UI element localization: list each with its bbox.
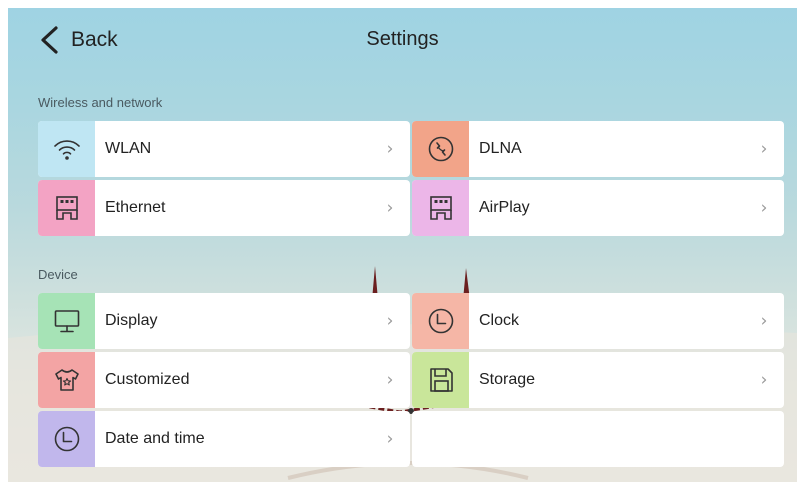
- tile-label: Storage: [479, 371, 536, 388]
- tile-date-and-time[interactable]: Date and time ›: [38, 411, 410, 467]
- tile-label: Date and time: [105, 430, 205, 447]
- ethernet-icon: [38, 180, 95, 236]
- page-title: Settings: [366, 28, 439, 50]
- chevron-right-icon: ›: [760, 370, 768, 390]
- section-label-device: Device: [38, 267, 78, 282]
- chevron-right-icon: ›: [386, 429, 394, 449]
- tile-ethernet[interactable]: Ethernet ›: [38, 180, 410, 236]
- tile-customized[interactable]: Customized ›: [38, 352, 410, 408]
- shirt-icon: [38, 352, 95, 408]
- tile-label: Display: [105, 312, 158, 329]
- tile-label: AirPlay: [479, 199, 530, 216]
- settings-screen: Back Settings Wireless and network WLAN …: [8, 8, 797, 482]
- chevron-right-icon: ›: [760, 139, 768, 159]
- tile-wlan[interactable]: WLAN ›: [38, 121, 410, 177]
- tile-dlna[interactable]: DLNA ›: [412, 121, 784, 177]
- tile-label: Customized: [105, 371, 190, 388]
- chevron-right-icon: ›: [760, 311, 768, 331]
- tile-airplay[interactable]: AirPlay ›: [412, 180, 784, 236]
- tile-label: Ethernet: [105, 199, 166, 216]
- tile-storage[interactable]: Storage ›: [412, 352, 784, 408]
- tile-label: WLAN: [105, 140, 152, 157]
- tile-display[interactable]: Display ›: [38, 293, 410, 349]
- monitor-icon: [38, 293, 95, 349]
- clock-icon: [38, 411, 95, 467]
- tile-label: DLNA: [479, 140, 522, 157]
- wifi-icon: [38, 121, 95, 177]
- section-label-wireless: Wireless and network: [38, 95, 163, 110]
- chevron-right-icon: ›: [386, 198, 394, 218]
- chevron-right-icon: ›: [386, 139, 394, 159]
- chevron-right-icon: ›: [386, 311, 394, 331]
- chevron-right-icon: ›: [386, 370, 394, 390]
- top-bar: Back Settings: [8, 8, 797, 76]
- tile-label: Clock: [479, 312, 520, 329]
- chevron-right-icon: ›: [760, 198, 768, 218]
- clock-icon: [412, 293, 469, 349]
- empty-tile: [412, 411, 784, 467]
- airplay-icon: [412, 180, 469, 236]
- tile-clock[interactable]: Clock ›: [412, 293, 784, 349]
- floppy-disk-icon: [412, 352, 469, 408]
- dlna-icon: [412, 121, 469, 177]
